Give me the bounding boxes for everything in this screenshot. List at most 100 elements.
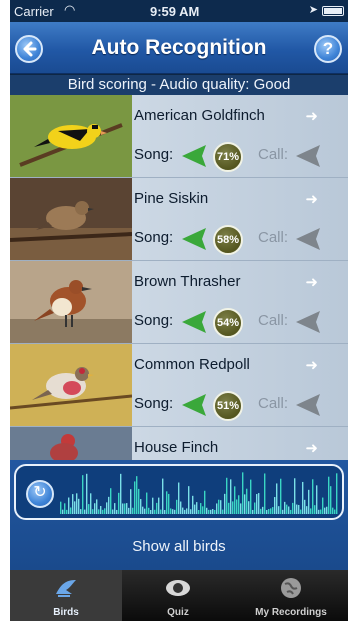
bird-results-list[interactable]: American Goldfinch ➜ Song: 71% Call: Pin…	[10, 95, 348, 460]
waveform-bar	[310, 508, 312, 514]
waveform-bar	[214, 509, 216, 514]
left-arrow-icon	[23, 41, 37, 57]
waveform-bar	[334, 509, 336, 514]
waveform-bar	[138, 488, 140, 514]
waveform-bar	[162, 478, 164, 514]
page-title: Auto Recognition	[91, 36, 267, 59]
help-button[interactable]: ?	[314, 35, 342, 63]
waveform-bar	[298, 504, 300, 514]
waveform-bar	[276, 483, 278, 514]
detail-arrow-icon[interactable]: ➜	[305, 190, 318, 208]
call-play-icon[interactable]	[294, 226, 322, 252]
waveform-bar	[286, 504, 288, 514]
waveform-bar	[142, 506, 144, 514]
call-label: Call:	[258, 312, 289, 329]
list-item[interactable]: American Goldfinch ➜ Song: 71% Call:	[10, 95, 348, 178]
score-row: Song: 51% Call:	[134, 390, 344, 421]
tab-bar: Birds Quiz My Recordings	[10, 570, 348, 621]
waveform-bar	[284, 501, 286, 514]
bird-photo	[10, 178, 132, 260]
waveform-bar	[280, 478, 282, 514]
waveform-bar	[64, 503, 66, 514]
audio-waveform[interactable]: ↻	[14, 464, 344, 520]
waveform-bar	[144, 508, 146, 514]
waveform-bar	[100, 505, 102, 514]
waveform-bar	[236, 499, 238, 514]
waveform-bar	[202, 506, 204, 514]
waveform-bar	[150, 509, 152, 514]
wifi-icon: ◠	[64, 2, 76, 17]
waveform-bar	[66, 509, 68, 514]
score-row: Song: 71% Call:	[134, 141, 344, 172]
waveform-bar	[172, 509, 174, 514]
waveform-bar	[130, 489, 132, 514]
waveform-bar	[208, 509, 210, 514]
detail-arrow-icon[interactable]: ➜	[305, 107, 318, 125]
song-play-icon[interactable]	[180, 309, 208, 335]
waveform-bar	[148, 507, 150, 514]
tab-label: My Recordings	[255, 607, 327, 618]
bird-name: American Goldfinch	[134, 107, 265, 124]
list-item[interactable]: Brown Thrasher ➜ Song: 54% Call:	[10, 261, 348, 344]
call-play-icon[interactable]	[294, 392, 322, 418]
show-all-birds-button[interactable]: Show all birds	[10, 530, 348, 564]
call-label: Call:	[258, 146, 289, 163]
waveform-bar	[230, 479, 232, 514]
waveform-bar	[308, 489, 310, 514]
waveform-bar	[314, 505, 316, 514]
waveform-bar	[302, 481, 304, 514]
waveform-bar	[104, 508, 106, 514]
waveform-bar	[220, 500, 222, 514]
waveform-bar	[68, 497, 70, 514]
waveform-bar	[160, 509, 162, 514]
detail-arrow-icon[interactable]: ➜	[305, 273, 318, 291]
waveform-bar	[120, 473, 122, 514]
song-score-badge: 71%	[213, 142, 243, 172]
call-play-icon[interactable]	[294, 143, 322, 169]
waveform-bar	[210, 509, 212, 514]
waveform-bar	[122, 503, 124, 514]
waveform-bar	[114, 503, 116, 514]
waveform-bar	[326, 506, 328, 514]
waveform-bar	[190, 509, 192, 514]
waveform-bar	[268, 509, 270, 514]
tab-quiz[interactable]: Quiz	[122, 570, 234, 621]
waveform-bar	[200, 503, 202, 514]
waveform-bar	[156, 502, 158, 514]
waveform-graphic	[60, 472, 338, 514]
eye-icon	[166, 580, 190, 596]
waveform-bar	[228, 502, 230, 514]
song-score-badge: 58%	[213, 225, 243, 255]
detail-arrow-icon[interactable]: ➜	[305, 356, 318, 374]
waveform-bar	[322, 497, 324, 514]
waveform-bar	[108, 496, 110, 514]
waveform-bar	[192, 495, 194, 514]
waveform-bar	[328, 476, 330, 514]
list-item[interactable]: Pine Siskin ➜ Song: 58% Call:	[10, 178, 348, 261]
list-item[interactable]: House Finch ➜	[10, 427, 348, 460]
waveform-bar	[74, 501, 76, 514]
waveform-bar	[118, 492, 120, 514]
phone-screen: Carrier ◠ 9:59 AM ➤ Auto Recognition ? B…	[10, 0, 348, 621]
score-row: Song: 54% Call:	[134, 307, 344, 338]
waveform-bar	[88, 504, 90, 514]
call-label: Call:	[258, 395, 289, 412]
call-play-icon[interactable]	[294, 309, 322, 335]
waveform-bar	[166, 491, 168, 514]
location-icon: ➤	[308, 4, 318, 16]
globe-icon	[281, 578, 301, 598]
song-play-icon[interactable]	[180, 226, 208, 252]
song-label: Song:	[134, 146, 174, 163]
bird-name: Brown Thrasher	[134, 273, 241, 290]
tab-my-recordings[interactable]: My Recordings	[234, 570, 348, 621]
list-item[interactable]: Common Redpoll ➜ Song: 51% Call:	[10, 344, 348, 427]
song-play-icon[interactable]	[180, 143, 208, 169]
waveform-bar	[154, 509, 156, 514]
song-play-icon[interactable]	[180, 392, 208, 418]
tab-birds[interactable]: Birds	[10, 570, 122, 621]
waveform-bar	[158, 497, 160, 514]
back-button[interactable]	[15, 35, 43, 63]
replay-button[interactable]: ↻	[26, 480, 54, 508]
waveform-bar	[336, 473, 338, 514]
detail-arrow-icon[interactable]: ➜	[305, 439, 318, 457]
